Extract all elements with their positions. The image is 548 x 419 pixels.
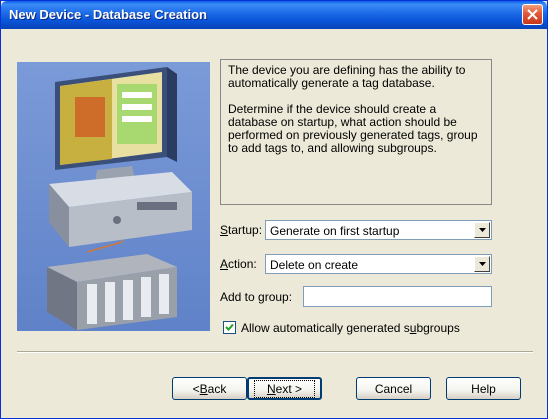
- startup-value: Generate on first startup: [270, 224, 400, 238]
- description-panel: The device you are defining has the abil…: [220, 59, 492, 205]
- illustration-svg: [17, 62, 210, 331]
- action-value: Delete on create: [270, 258, 359, 272]
- action-select[interactable]: Delete on create: [265, 254, 492, 274]
- close-button[interactable]: [522, 4, 543, 25]
- checkmark-icon: [225, 323, 234, 331]
- action-label: Action:: [220, 257, 257, 271]
- back-button[interactable]: < Back: [172, 377, 247, 400]
- action-dropdown-button[interactable]: [474, 256, 490, 272]
- add-to-group-label: Add to group:: [220, 290, 293, 304]
- startup-dropdown-button[interactable]: [474, 222, 490, 238]
- dropdown-arrow-icon: [478, 228, 486, 232]
- dialog-window: New Device - Database Creation The devic…: [0, 0, 548, 419]
- button-separator: [17, 351, 533, 353]
- close-icon: [527, 9, 538, 20]
- window-title: New Device - Database Creation: [9, 7, 207, 22]
- startup-label: Startup:: [220, 223, 263, 237]
- computer-plc-illustration: [17, 62, 210, 331]
- help-button[interactable]: Help: [446, 377, 521, 400]
- next-button[interactable]: Next >: [247, 377, 322, 400]
- allow-subgroups-checkbox[interactable]: [223, 321, 236, 334]
- add-to-group-input[interactable]: [303, 286, 492, 307]
- next-focus-ring: Next >: [253, 379, 316, 398]
- dropdown-arrow-icon: [478, 262, 486, 266]
- title-bar: New Device - Database Creation: [1, 1, 547, 29]
- cancel-button[interactable]: Cancel: [356, 377, 431, 400]
- startup-select[interactable]: Generate on first startup: [265, 220, 492, 240]
- description-paragraph-2: Determine if the device should create a …: [228, 102, 478, 155]
- description-paragraph-1: The device you are defining has the abil…: [228, 63, 466, 90]
- allow-subgroups-label[interactable]: Allow automatically generated subgroups: [241, 321, 460, 335]
